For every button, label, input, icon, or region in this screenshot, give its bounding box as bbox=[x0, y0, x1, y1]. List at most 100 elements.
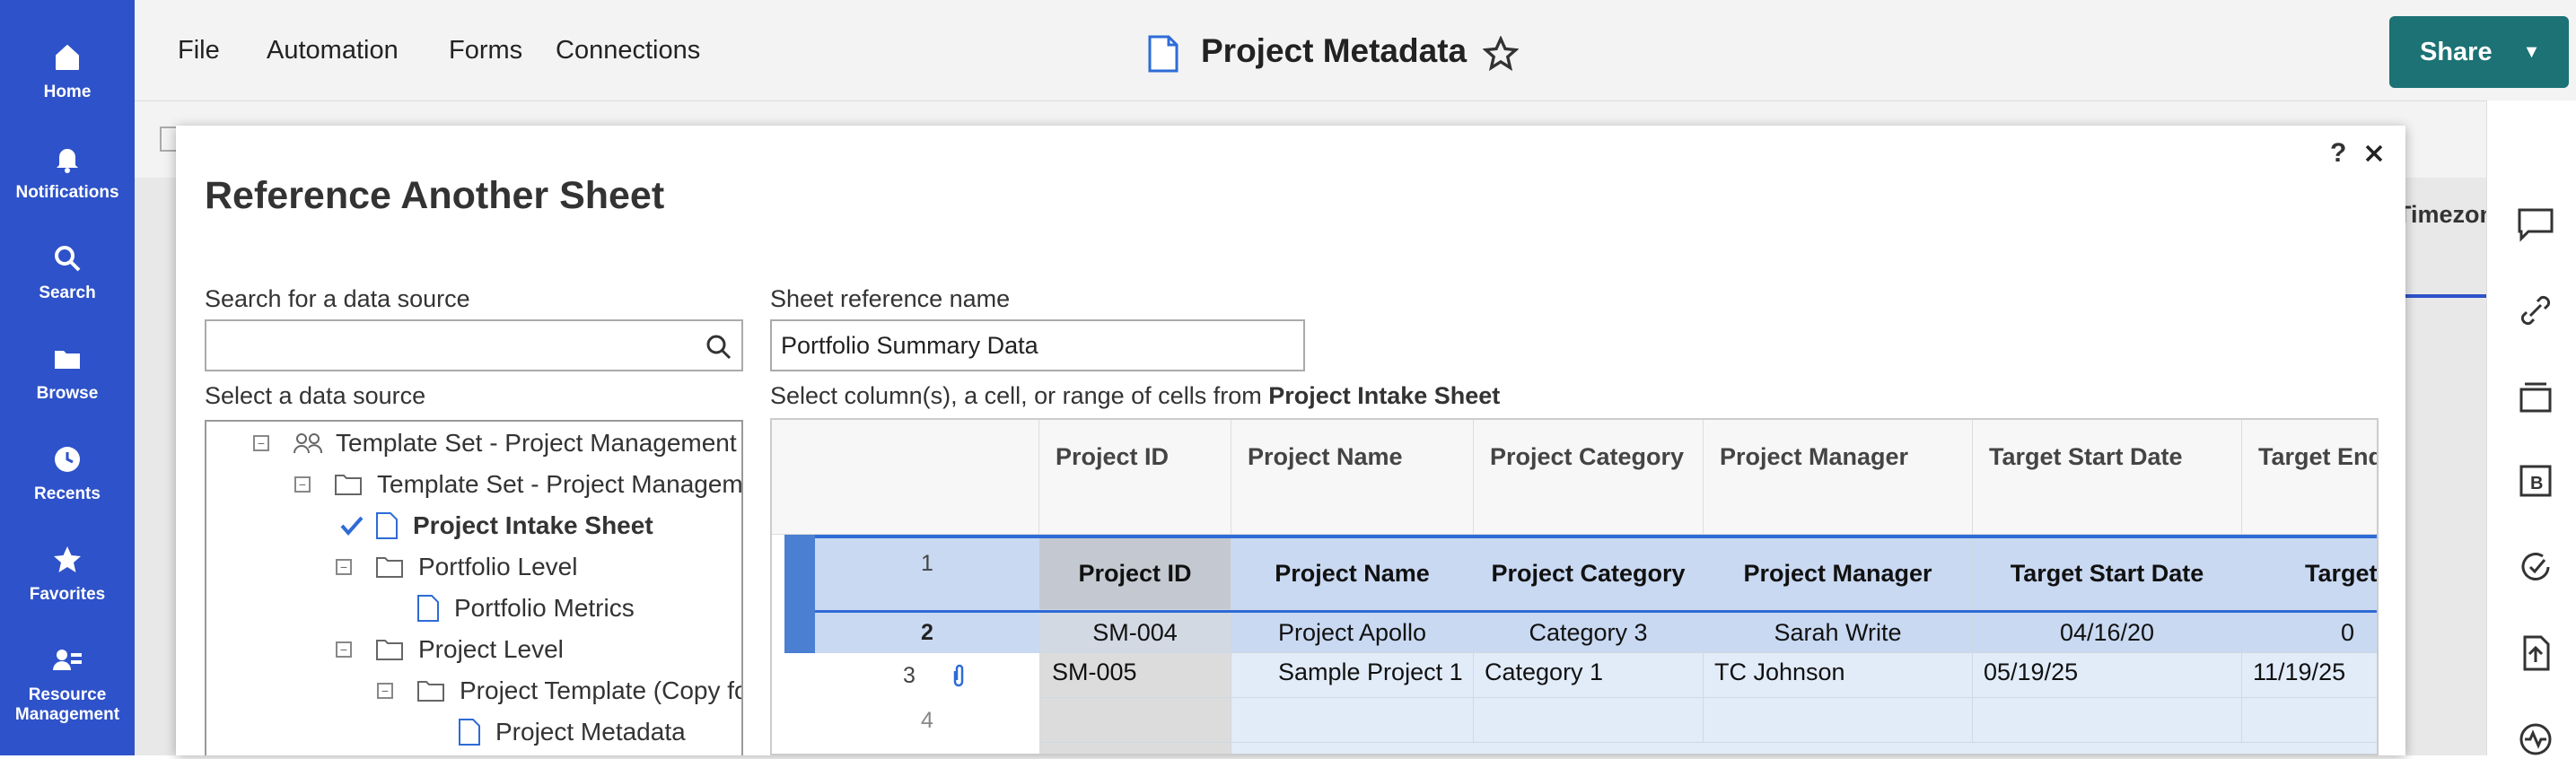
nav-search-label: Search bbox=[39, 284, 96, 302]
reference-name-label: Sheet reference name bbox=[770, 285, 1011, 312]
comment-icon[interactable] bbox=[2516, 206, 2555, 242]
search-icon[interactable] bbox=[705, 334, 732, 361]
nav-browse[interactable]: Browse bbox=[0, 343, 135, 404]
grid-cell[interactable]: 05/19/25 bbox=[1973, 653, 2242, 698]
grid-cell[interactable]: Project Category bbox=[1474, 538, 1704, 610]
nav-recents-label: Recents bbox=[34, 484, 101, 503]
bell-icon bbox=[57, 149, 78, 173]
row-number[interactable]: 4 bbox=[815, 698, 1039, 743]
sheet-icon bbox=[459, 719, 480, 746]
column-header[interactable]: Target Start Date bbox=[1973, 420, 2242, 535]
activity-stack-icon[interactable] bbox=[2516, 377, 2555, 416]
grid-cell[interactable] bbox=[1039, 743, 1231, 754]
grid-cell[interactable]: SM-004 bbox=[1039, 613, 1231, 653]
collapse-icon[interactable]: − bbox=[336, 641, 352, 658]
grid-cell[interactable] bbox=[2242, 698, 2377, 743]
instruction-text: Select column(s), a cell, or range of ce… bbox=[770, 382, 1269, 409]
grid-cell[interactable] bbox=[1704, 698, 1973, 743]
tree-label: Project Intake Sheet bbox=[413, 511, 653, 539]
grid-cell[interactable] bbox=[1973, 698, 2242, 743]
nav-resource-label: Resource bbox=[28, 685, 107, 704]
collapse-icon[interactable]: − bbox=[294, 476, 311, 493]
grid-cell[interactable]: 04/16/20 bbox=[1973, 613, 2242, 653]
nav-home[interactable]: Home bbox=[0, 41, 135, 102]
column-header[interactable]: Project Name bbox=[1231, 420, 1474, 535]
grid-cell[interactable]: Target Start Date bbox=[1973, 538, 2242, 610]
collapse-icon[interactable]: − bbox=[377, 683, 393, 699]
grid-cell[interactable]: Sarah Write bbox=[1704, 613, 1973, 653]
chevron-down-icon: ▼ bbox=[2522, 41, 2541, 62]
column-header[interactable]: Target End Date bbox=[2242, 420, 2377, 535]
tree-item-portfolio-metrics[interactable]: Portfolio Metrics bbox=[416, 594, 635, 623]
sheet-icon bbox=[376, 512, 398, 539]
menu-forms[interactable]: Forms bbox=[449, 36, 522, 65]
row-number[interactable]: 3 bbox=[815, 653, 1039, 698]
row-number[interactable]: 1 bbox=[815, 538, 1039, 610]
collapse-icon[interactable]: − bbox=[336, 559, 352, 575]
folder-icon bbox=[376, 640, 403, 660]
grid-cell[interactable]: Target End Date bbox=[2242, 538, 2377, 610]
grid-cell[interactable] bbox=[1231, 743, 2377, 754]
right-panel: B bbox=[2486, 100, 2576, 755]
nav-notifications-label: Notifications bbox=[15, 183, 119, 202]
share-button[interactable]: Share ▼ bbox=[2389, 16, 2569, 88]
column-header[interactable]: Project ID bbox=[1039, 420, 1231, 535]
activity-log-icon[interactable] bbox=[2516, 720, 2555, 759]
sheet-reference-name-input[interactable] bbox=[770, 319, 1305, 371]
left-nav: Home Notifications Search Browse Recents… bbox=[0, 0, 135, 755]
grid-cell[interactable] bbox=[1474, 698, 1704, 743]
grid-cell[interactable]: 11/19/25 bbox=[2242, 653, 2377, 698]
grid-cell[interactable]: Project Manager bbox=[1704, 538, 1973, 610]
update-requests-icon[interactable] bbox=[2516, 547, 2555, 587]
grid-cell[interactable]: TC Johnson bbox=[1704, 653, 1973, 698]
nav-search[interactable]: Search bbox=[0, 242, 135, 303]
column-header[interactable]: Project Manager bbox=[1704, 420, 1973, 535]
grid-cell[interactable]: Project ID bbox=[1039, 538, 1231, 610]
attachment-link-icon[interactable] bbox=[2516, 291, 2555, 330]
grid-cell[interactable]: Sample Project 1 bbox=[1231, 653, 1474, 698]
grid-cell[interactable]: Category 1 bbox=[1474, 653, 1704, 698]
grid-cell[interactable]: Project Name bbox=[1231, 538, 1474, 610]
favorite-star-icon[interactable] bbox=[1483, 36, 1519, 72]
tree-label: Portfolio Level bbox=[418, 553, 578, 580]
grid-cell[interactable]: SM-005 bbox=[1039, 653, 1231, 698]
tree-item-project-intake-sheet[interactable]: Project Intake Sheet bbox=[339, 511, 653, 540]
help-icon[interactable]: ? bbox=[2330, 138, 2346, 169]
tree-item-project-template[interactable]: − Project Template (Copy for each projec… bbox=[377, 676, 741, 705]
tree-item-template-set-pmo[interactable]: − Template Set - Project Management Offi… bbox=[253, 429, 741, 458]
nav-notifications[interactable]: Notifications bbox=[0, 142, 135, 203]
menu-automation[interactable]: Automation bbox=[267, 36, 399, 65]
publish-icon[interactable] bbox=[2516, 633, 2555, 673]
grid-cell[interactable]: Project Apollo bbox=[1231, 613, 1474, 653]
sheet-title: Project Metadata bbox=[1201, 32, 1468, 69]
workspace-people-icon bbox=[294, 433, 323, 454]
nav-resource-management[interactable]: Resource Management bbox=[0, 644, 135, 725]
sheet-icon bbox=[417, 595, 439, 622]
reference-sheet-dialog: ? Reference Another Sheet Search for a d… bbox=[176, 126, 2405, 755]
folder-icon bbox=[55, 351, 80, 369]
collapse-icon[interactable]: − bbox=[253, 435, 269, 451]
clock-icon bbox=[55, 447, 80, 472]
row-selection-handle[interactable] bbox=[784, 535, 815, 653]
tree-item-project-metadata[interactable]: Project Metadata bbox=[458, 718, 686, 746]
grid-cell[interactable] bbox=[1039, 698, 1231, 743]
data-source-search-input[interactable] bbox=[205, 319, 743, 371]
folder-icon bbox=[417, 681, 444, 702]
tree-item-project-level[interactable]: − Project Level bbox=[336, 635, 564, 664]
tree-item-template-set-pm[interactable]: − Template Set - Project Management bbox=[294, 470, 743, 499]
tree-item-portfolio-level[interactable]: − Portfolio Level bbox=[336, 553, 577, 581]
column-header[interactable]: Project Category bbox=[1474, 420, 1704, 535]
folder-icon bbox=[376, 557, 403, 578]
nav-recents[interactable]: Recents bbox=[0, 443, 135, 504]
close-icon[interactable] bbox=[2362, 142, 2386, 165]
summary-icon[interactable]: B bbox=[2516, 461, 2555, 501]
grid-cell[interactable]: Category 3 bbox=[1474, 613, 1704, 653]
nav-favorites[interactable]: Favorites bbox=[0, 544, 135, 605]
grid-cell[interactable]: 0 bbox=[2242, 613, 2377, 653]
paperclip-icon[interactable] bbox=[950, 662, 968, 689]
menu-file[interactable]: File bbox=[178, 36, 220, 65]
grid-cell[interactable] bbox=[1231, 698, 1474, 743]
row-number[interactable]: 2 bbox=[815, 613, 1039, 653]
tree-label: Template Set - Project Management bbox=[377, 470, 743, 498]
menu-connections[interactable]: Connections bbox=[556, 36, 700, 65]
